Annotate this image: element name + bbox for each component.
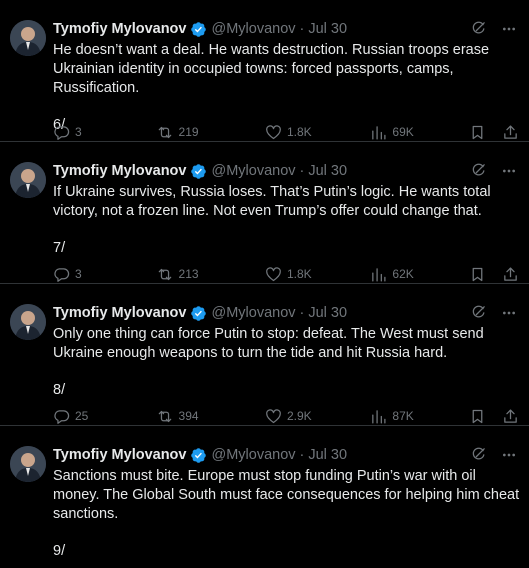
- verified-badge-icon: [190, 447, 207, 464]
- reply-button[interactable]: 3: [53, 124, 156, 141]
- views-count: 69K: [392, 125, 414, 139]
- like-button[interactable]: 1.8K: [265, 124, 370, 141]
- reply-count: 3: [75, 267, 82, 281]
- tweet-text: Sanctions must bite. Europe must stop fu…: [53, 468, 520, 522]
- grok-icon[interactable]: [470, 162, 487, 183]
- views-button[interactable]: 87K: [370, 408, 469, 425]
- tweet-date[interactable]: Jul 30: [308, 447, 347, 463]
- reply-count: 25: [75, 409, 89, 423]
- reply-button[interactable]: 25: [53, 408, 156, 425]
- retweet-count: 394: [178, 409, 199, 423]
- author-name[interactable]: Tymofiy Mylovanov: [53, 163, 186, 179]
- like-count: 2.9K: [286, 409, 312, 423]
- separator-dot: ·: [299, 305, 305, 321]
- more-options-icon[interactable]: [501, 305, 517, 325]
- retweet-icon: [156, 408, 174, 425]
- reply-button[interactable]: 3: [53, 266, 156, 283]
- tweet-text: Only one thing can force Putin to stop: …: [53, 326, 484, 361]
- tweet-date[interactable]: Jul 30: [308, 21, 347, 37]
- tweet-date[interactable]: Jul 30: [308, 305, 347, 321]
- avatar[interactable]: [10, 446, 46, 482]
- author-handle[interactable]: @Mylovanov: [211, 163, 295, 179]
- views-button[interactable]: 62K: [370, 266, 469, 283]
- grok-icon[interactable]: [470, 304, 487, 325]
- tweet-header: Tymofiy Mylovanov @Mylovanov · Jul 30: [53, 162, 521, 180]
- grok-icon[interactable]: [470, 446, 487, 467]
- like-count: 1.8K: [286, 125, 312, 139]
- tweet-header: Tymofiy Mylovanov @Mylovanov · Jul 30: [53, 446, 521, 464]
- separator-dot: ·: [299, 447, 305, 463]
- more-options-icon[interactable]: [501, 21, 517, 41]
- tweet-feed: Tymofiy Mylovanov @Mylovanov · Jul 30 He…: [0, 0, 529, 568]
- tweet[interactable]: Tymofiy Mylovanov @Mylovanov · Jul 30: [0, 284, 529, 426]
- author-handle[interactable]: @Mylovanov: [211, 21, 295, 37]
- tweet[interactable]: Tymofiy Mylovanov @Mylovanov · Jul 30: [0, 426, 529, 568]
- tweet-header: Tymofiy Mylovanov @Mylovanov · Jul 30: [53, 304, 521, 322]
- tweet[interactable]: Tymofiy Mylovanov @Mylovanov · Jul 30: [0, 0, 529, 142]
- bookmark-icon[interactable]: [469, 266, 486, 283]
- thread-number: 8/: [53, 382, 66, 398]
- share-icon[interactable]: [502, 266, 519, 283]
- author-name[interactable]: Tymofiy Mylovanov: [53, 21, 186, 37]
- author-name[interactable]: Tymofiy Mylovanov: [53, 305, 186, 321]
- more-options-icon[interactable]: [501, 447, 517, 467]
- thread-number: 7/: [53, 240, 66, 256]
- tweet-actions: 25 394 2.9K 87K: [53, 406, 519, 426]
- grok-icon[interactable]: [470, 20, 487, 41]
- like-button[interactable]: 1.8K: [265, 266, 370, 283]
- verified-badge-icon: [190, 305, 207, 322]
- verified-badge-icon: [190, 163, 207, 180]
- retweet-button[interactable]: 213: [156, 266, 265, 283]
- avatar[interactable]: [10, 162, 46, 198]
- avatar[interactable]: [10, 20, 46, 56]
- heart-icon: [265, 408, 282, 425]
- thread-number: 9/: [53, 543, 66, 559]
- views-icon: [370, 124, 387, 141]
- retweet-count: 213: [178, 267, 199, 281]
- author-handle[interactable]: @Mylovanov: [211, 305, 295, 321]
- views-count: 62K: [392, 267, 414, 281]
- retweet-count: 219: [178, 125, 199, 139]
- retweet-icon: [156, 124, 174, 141]
- tweet-actions: 3 213 1.8K 62K: [53, 264, 519, 284]
- more-options-icon[interactable]: [501, 163, 517, 183]
- retweet-icon: [156, 266, 174, 283]
- views-icon: [370, 266, 387, 283]
- verified-badge-icon: [190, 21, 207, 38]
- tweet-actions: 3 219 1.8K 69K: [53, 122, 519, 142]
- heart-icon: [265, 266, 282, 283]
- retweet-button[interactable]: 219: [156, 124, 265, 141]
- like-count: 1.8K: [286, 267, 312, 281]
- tweet[interactable]: Tymofiy Mylovanov @Mylovanov · Jul 30: [0, 142, 529, 284]
- bookmark-icon[interactable]: [469, 124, 486, 141]
- author-handle[interactable]: @Mylovanov: [211, 447, 295, 463]
- bookmark-icon[interactable]: [469, 408, 486, 425]
- share-icon[interactable]: [502, 124, 519, 141]
- like-button[interactable]: 2.9K: [265, 408, 370, 425]
- separator-dot: ·: [299, 163, 305, 179]
- reply-icon: [53, 408, 70, 425]
- views-icon: [370, 408, 387, 425]
- heart-icon: [265, 124, 282, 141]
- author-name[interactable]: Tymofiy Mylovanov: [53, 447, 186, 463]
- share-icon[interactable]: [502, 408, 519, 425]
- views-count: 87K: [392, 409, 414, 423]
- views-button[interactable]: 69K: [370, 124, 469, 141]
- tweet-text: If Ukraine survives, Russia loses. That’…: [53, 184, 491, 219]
- tweet-text: He doesn’t want a deal. He wants destruc…: [53, 42, 490, 96]
- tweet-header: Tymofiy Mylovanov @Mylovanov · Jul 30: [53, 20, 521, 38]
- tweet-date[interactable]: Jul 30: [308, 163, 347, 179]
- reply-icon: [53, 124, 70, 141]
- separator-dot: ·: [299, 21, 305, 37]
- reply-icon: [53, 266, 70, 283]
- reply-count: 3: [75, 125, 82, 139]
- retweet-button[interactable]: 394: [156, 408, 265, 425]
- avatar[interactable]: [10, 304, 46, 340]
